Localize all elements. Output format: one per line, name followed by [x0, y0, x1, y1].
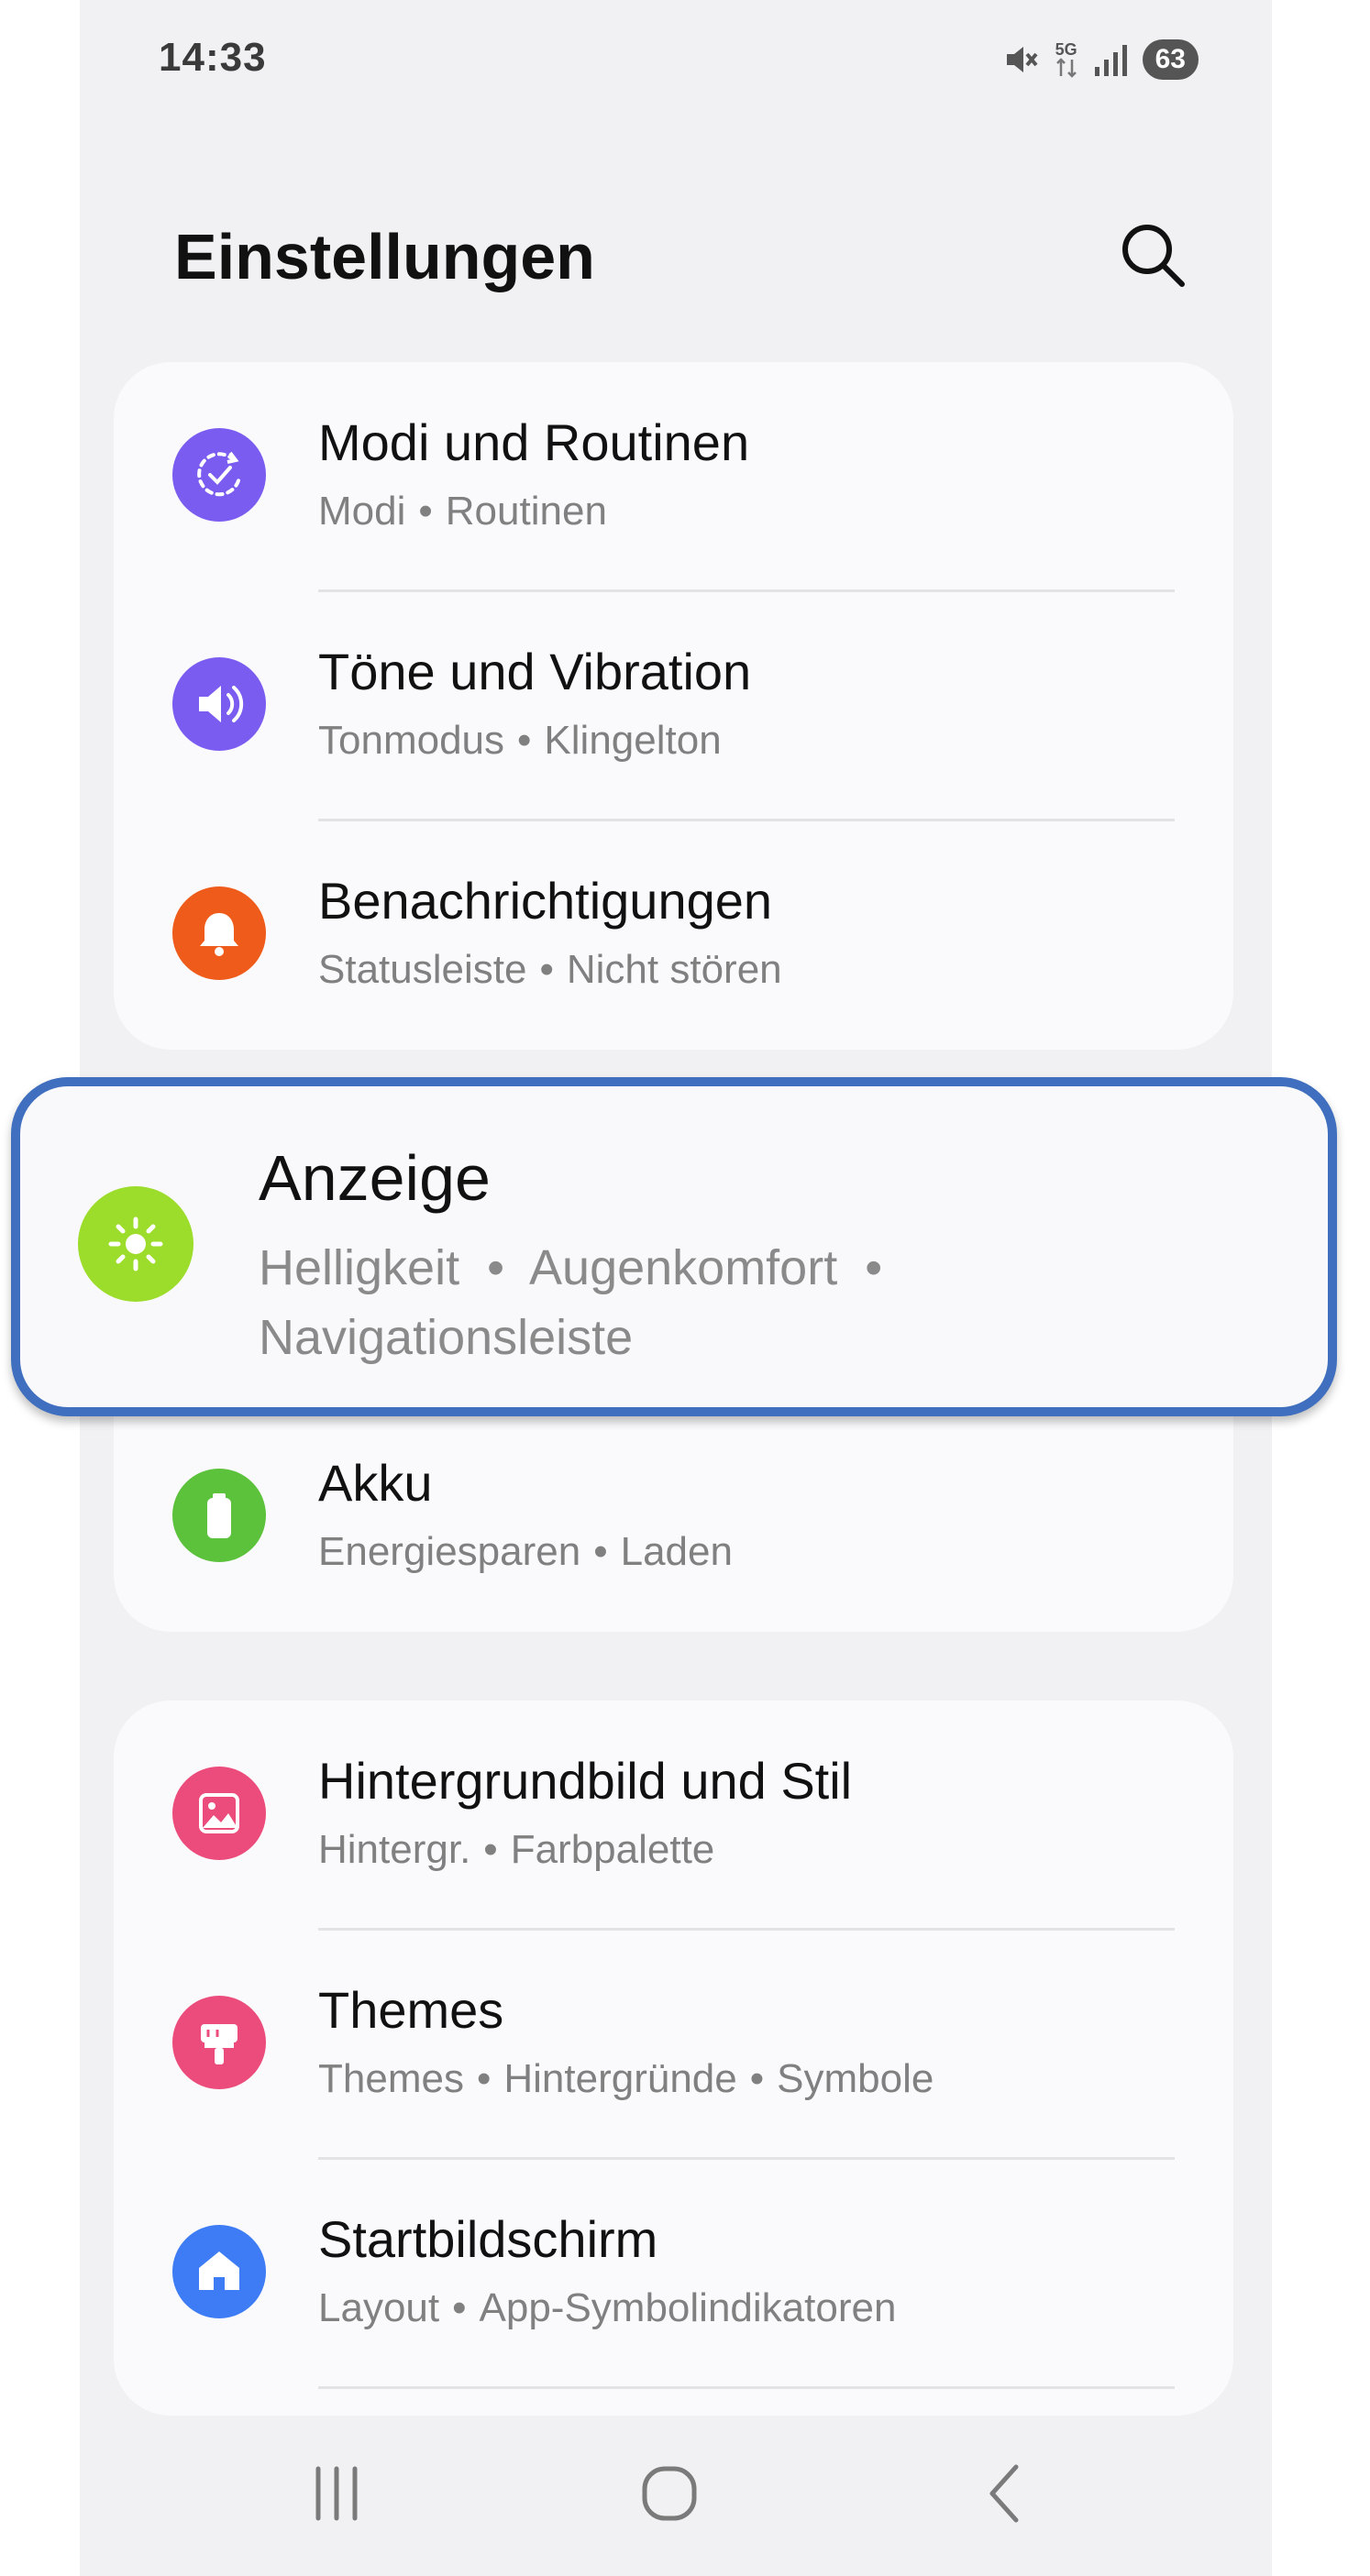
status-bar: 14:33 5G 63 — [80, 0, 1272, 119]
item-title: Benachrichtigungen — [318, 872, 773, 930]
sound-icon — [172, 657, 266, 751]
item-title: Startbildschirm — [318, 2210, 658, 2268]
status-icons: 5G 63 — [1003, 37, 1199, 83]
settings-item-notifications[interactable]: Benachrichtigungen Statusleiste • Nicht st… — [114, 820, 1233, 1050]
settings-group-1: Modi und Routinen Modi • Routinen Töne und… — [114, 362, 1233, 1050]
subtitle-line-2: Navigationsleiste — [259, 1310, 634, 1365]
battery-level-badge: 63 — [1142, 39, 1199, 80]
item-title: Modi und Routinen — [318, 413, 750, 471]
navigation-bar — [80, 2420, 1272, 2567]
settings-item-modes-routines[interactable]: Modi und Routinen Modi • Routinen — [114, 362, 1233, 591]
item-title: Hintergrundbild und Stil — [318, 1752, 853, 1810]
brightness-icon — [78, 1186, 193, 1302]
item-title: Themes — [318, 1981, 504, 2039]
item-subtitle: Helligkeit • Augenkomfort • Navigationsl… — [259, 1233, 1267, 1372]
item-subtitle: Statusleiste • Nicht stören — [318, 947, 782, 992]
item-title: Akku — [318, 1454, 433, 1512]
network-5g-icon: 5G — [1053, 41, 1080, 78]
search-icon — [1122, 225, 1185, 287]
item-subtitle: Hintergr. • Farbpalette — [318, 1827, 715, 1872]
settings-item-wallpaper-style[interactable]: Hintergrundbild und Stil Hintergr. • Farbp… — [114, 1701, 1233, 1930]
item-subtitle: Themes • Hintergründe • Symbole — [318, 2056, 934, 2101]
back-chevron-icon — [989, 2464, 1019, 2523]
settings-item-themes[interactable]: Themes Themes • Hintergründe • Symbole — [114, 1930, 1233, 2159]
signal-icon — [1094, 45, 1127, 76]
home-icon — [172, 2225, 266, 2318]
divider — [318, 2386, 1175, 2389]
recent-apps-button[interactable] — [272, 2420, 401, 2567]
settings-item-display-highlighted[interactable]: Anzeige Helligkeit • Augenkomfort • Navi… — [11, 1077, 1337, 1416]
page-title: Einstellungen — [174, 221, 595, 292]
modes-routines-icon — [172, 428, 266, 522]
item-title: Töne und Vibration — [318, 643, 752, 700]
recent-apps-icon — [315, 2466, 358, 2521]
bell-icon — [172, 886, 266, 980]
item-subtitle: Modi • Routinen — [318, 489, 607, 534]
network-type-label: 5G — [1055, 40, 1077, 59]
settings-item-home-screen[interactable]: Startbildschirm Layout • App-Symbolindikat… — [114, 2159, 1233, 2388]
settings-group-3: Hintergrundbild und Stil Hintergr. • Farbp… — [114, 1701, 1233, 2416]
home-button[interactable] — [605, 2420, 734, 2567]
item-title: Anzeige — [259, 1142, 491, 1214]
status-time: 14:33 — [159, 35, 267, 80]
home-circle-icon — [642, 2466, 697, 2521]
settings-item-battery[interactable]: Akku Energiesparen • Laden — [114, 1403, 1233, 1632]
back-button[interactable] — [942, 2420, 1070, 2567]
item-subtitle: Layout • App-Symbolindikatoren — [318, 2285, 897, 2330]
theme-brush-icon — [172, 1996, 266, 2089]
subtitle-line-1: Helligkeit • Augenkomfort • — [259, 1240, 883, 1295]
item-subtitle: Energiesparen • Laden — [318, 1529, 733, 1574]
search-button[interactable] — [1116, 218, 1189, 292]
mute-icon — [1006, 47, 1038, 72]
battery-icon — [172, 1469, 266, 1562]
wallpaper-icon — [172, 1767, 266, 1860]
settings-item-sound-vibration[interactable]: Töne und Vibration Tonmodus • Klingelton — [114, 591, 1233, 820]
item-subtitle: Tonmodus • Klingelton — [318, 718, 722, 763]
